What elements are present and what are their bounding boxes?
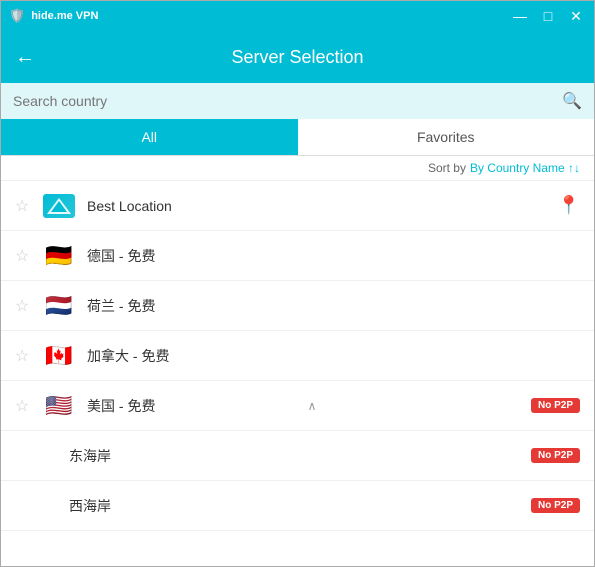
server-item-east-coast[interactable]: 东海岸 No P2P [1,431,594,481]
title-bar-controls: — □ ✕ [510,8,586,25]
server-name-west-coast: 西海岸 [69,496,531,516]
server-name-canada: 加拿大 - 免费 [87,346,580,366]
star-icon[interactable]: ☆ [15,296,31,316]
expand-icon[interactable]: ∧ [308,399,317,413]
maximize-button[interactable]: □ [538,8,558,25]
flag-canada: 🇨🇦 [43,344,75,368]
server-item-canada[interactable]: ☆ 🇨🇦 加拿大 - 免费 [1,331,594,381]
badge-east-coast: No P2P [531,448,580,463]
star-icon[interactable]: ☆ [15,346,31,366]
back-button[interactable]: ← [15,46,35,69]
sort-bar: Sort by By Country Name ↑↓ [1,156,594,181]
tab-favorites[interactable]: Favorites [298,119,595,155]
tabs: All Favorites [1,119,594,156]
title-bar: 🛡️ hide.me VPN — □ ✕ [1,1,594,31]
search-bar: 🔍 [1,83,594,119]
star-icon[interactable]: ☆ [15,246,31,266]
flag-germany: 🇩🇪 [43,244,75,268]
vpn-logo-icon: 🛡️ [9,8,25,24]
flag-netherlands: 🇳🇱 [43,294,75,318]
header: ← Server Selection [1,31,594,83]
app-name: hide.me VPN [31,10,98,22]
title-bar-left: 🛡️ hide.me VPN [9,8,98,24]
server-item-west-coast[interactable]: 西海岸 No P2P [1,481,594,531]
server-item-usa[interactable]: ☆ 🇺🇸 美国 - 免费 ∧ No P2P [1,381,594,431]
server-name-best-location: Best Location [87,198,558,214]
server-item-germany[interactable]: ☆ 🇩🇪 德国 - 免费 [1,231,594,281]
close-button[interactable]: ✕ [566,8,586,25]
minimize-button[interactable]: — [510,8,530,25]
search-input[interactable] [13,93,562,109]
badge-west-coast: No P2P [531,498,580,513]
search-icon: 🔍 [562,91,582,111]
flag-best [43,194,75,218]
tab-all[interactable]: All [1,119,298,155]
flag-usa: 🇺🇸 [43,394,75,418]
server-name-netherlands: 荷兰 - 免费 [87,296,580,316]
star-icon[interactable]: ☆ [15,396,31,416]
page-title: Server Selection [231,47,363,68]
sort-prefix: Sort by [428,161,466,175]
server-item-custom-server[interactable]: ☆ ⚙ Custom Server ⇧ Upgrade your plan [1,531,594,543]
server-name-germany: 德国 - 免费 [87,246,580,266]
badge-usa: No P2P [531,398,580,413]
sort-value[interactable]: By Country Name ↑↓ [470,161,580,175]
server-item-netherlands[interactable]: ☆ 🇳🇱 荷兰 - 免费 [1,281,594,331]
location-pin-icon: 📍 [558,195,580,216]
server-item-best-location[interactable]: ☆ Best Location 📍 [1,181,594,231]
server-name-usa: 美国 - 免费 [87,396,302,416]
server-list[interactable]: ☆ Best Location 📍 ☆ 🇩🇪 德国 - 免费 ☆ 🇳🇱 荷兰 -… [1,181,594,543]
server-name-east-coast: 东海岸 [69,446,531,466]
star-icon[interactable]: ☆ [15,196,31,216]
